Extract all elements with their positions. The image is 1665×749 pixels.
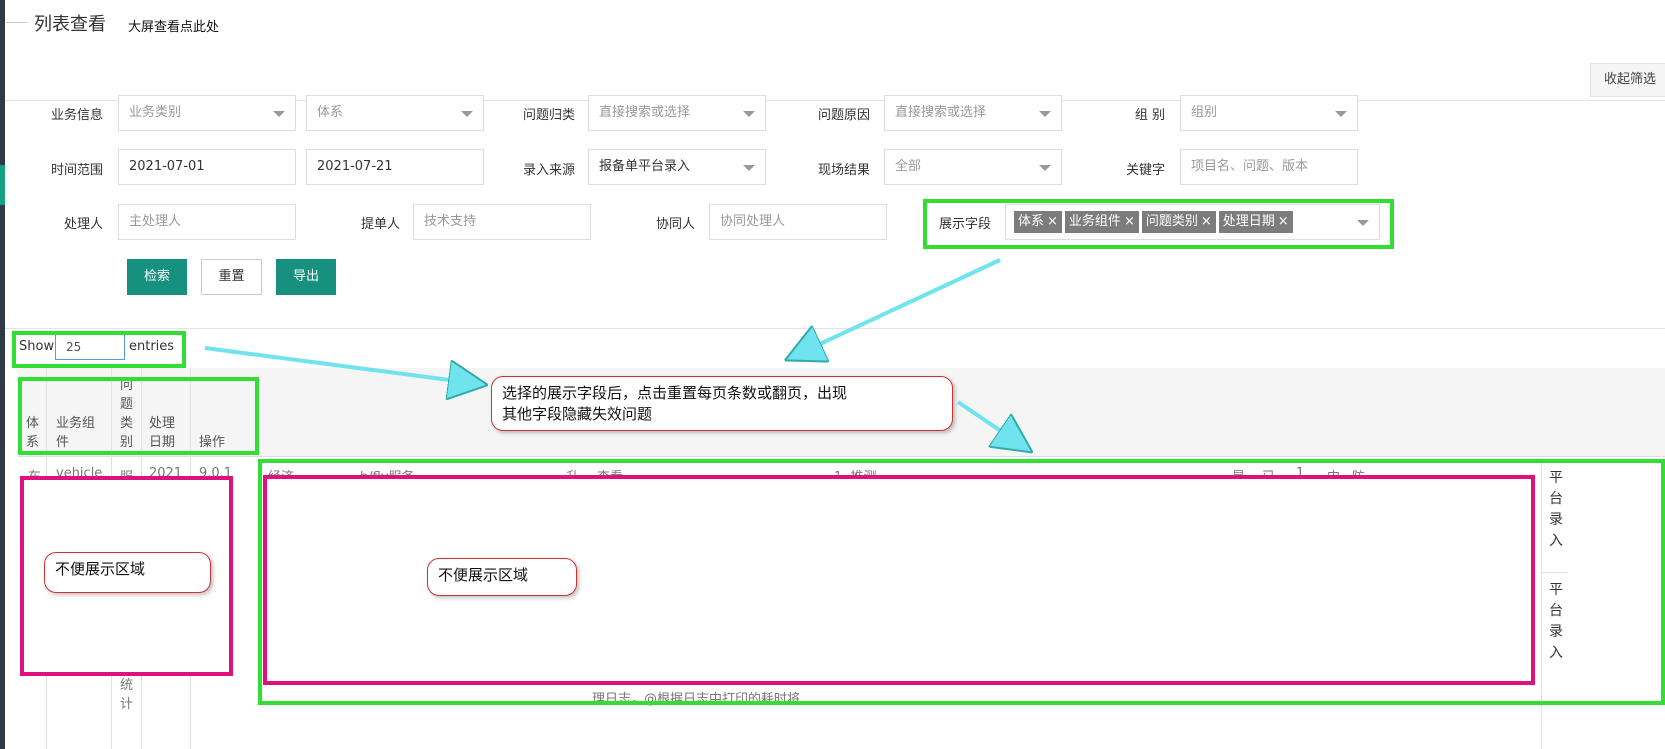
annotation-callout-left: 不便展示区域 bbox=[44, 552, 211, 593]
annotation-callout-main: 选择的展示字段后，点击重置每页条数或翻页，出现 其他字段隐藏失效问题 bbox=[491, 376, 953, 431]
arrow-line bbox=[956, 400, 1026, 448]
annotation-callout-right: 不便展示区域 bbox=[427, 558, 577, 596]
annotation-arrows bbox=[204, 258, 1665, 749]
callout-line-1: 选择的展示字段后，点击重置每页条数或翻页，出现 bbox=[502, 384, 848, 402]
callout-line-2: 其他字段隐藏失效问题 bbox=[502, 405, 653, 423]
arrow-line bbox=[792, 258, 1001, 357]
arrow-line bbox=[204, 346, 480, 384]
